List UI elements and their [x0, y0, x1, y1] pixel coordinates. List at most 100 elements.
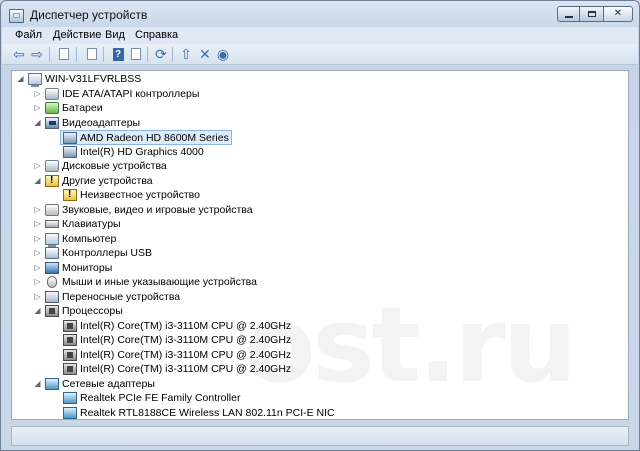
uninstall-device-icon[interactable]: ◉ — [215, 46, 231, 62]
close-button[interactable]: ✕ — [603, 6, 633, 22]
expand-arrow-icon[interactable]: ▷ — [32, 234, 43, 245]
tree-category-label: Контроллеры USB — [62, 247, 152, 259]
expand-arrow-icon[interactable]: ▷ — [32, 219, 43, 230]
expand-arrow-icon[interactable]: ▷ — [32, 205, 43, 216]
tree-root-label: WIN-V31LFVRLBSS — [45, 73, 142, 85]
tree-item[interactable]: Intel(R) Core(TM) i3-3110M CPU @ 2.40GHz — [63, 333, 291, 347]
tree-category-label: Переносные устройства — [62, 291, 181, 303]
tree-category[interactable]: ▷ Звуковые, видео и игровые устройства — [32, 203, 253, 217]
menu-view[interactable]: Вид — [105, 29, 125, 41]
device-manager-window: Диспетчер устройств ✕ Файл Действие Вид … — [0, 0, 640, 451]
window-title: Диспетчер устройств — [30, 8, 148, 22]
tree-category-label: IDE ATA/ATAPI контроллеры — [62, 88, 200, 100]
tree-item-selected[interactable]: AMD Radeon HD 8600M Series — [60, 130, 232, 145]
tree-category[interactable]: ▷ Дисковые устройства — [32, 159, 167, 173]
unknown-device-icon — [63, 189, 77, 201]
display-adapter-icon — [63, 131, 77, 144]
tree-item-label: Intel(R) Core(TM) i3-3110M CPU @ 2.40GHz — [80, 334, 292, 346]
tree-item[interactable]: Intel(R) HD Graphics 4000 — [63, 145, 204, 159]
expand-arrow-icon[interactable]: ▷ — [32, 277, 43, 288]
tree-item[interactable]: Intel(R) Core(TM) i3-3110M CPU @ 2.40GHz — [63, 319, 291, 333]
expand-arrow-icon[interactable]: ▷ — [32, 263, 43, 274]
tree-item-label: Неизвестное устройство — [80, 189, 200, 201]
maximize-button[interactable] — [580, 6, 604, 22]
toolbar-separator — [49, 47, 50, 62]
tree-item-label: Intel(R) HD Graphics 4000 — [80, 146, 204, 158]
computer-icon — [45, 233, 59, 247]
expand-arrow-icon[interactable]: ▷ — [32, 89, 43, 100]
tree-item[interactable]: Realtek PCIe FE Family Controller — [63, 391, 240, 405]
tree-category-label: Мыши и иные указывающие устройства — [62, 276, 257, 288]
document-icon[interactable] — [84, 46, 100, 62]
processor-icon — [63, 320, 77, 332]
tree-category[interactable]: ◢ Другие устройства — [32, 174, 153, 188]
refresh-icon[interactable]: ⟳ — [153, 46, 169, 62]
tree-category[interactable]: ▷ Клавиатуры — [32, 217, 120, 231]
monitor-icon — [45, 262, 59, 274]
collapse-arrow-icon[interactable]: ◢ — [15, 74, 26, 85]
expand-arrow-icon[interactable]: ▷ — [32, 248, 43, 259]
tree-category[interactable]: ▷ Контроллеры USB — [32, 246, 152, 260]
tree-category[interactable]: ◢ Сетевые адаптеры — [32, 377, 155, 391]
network-adapter-icon — [45, 378, 59, 390]
keyboard-icon — [45, 220, 59, 228]
tree-category[interactable]: ◢ Видеоадаптеры — [32, 116, 140, 130]
menu-action[interactable]: Действие — [53, 29, 101, 41]
minimize-button[interactable] — [557, 6, 581, 22]
sound-icon — [45, 204, 59, 216]
expand-arrow-icon[interactable]: ▷ — [32, 103, 43, 114]
tree-item[interactable]: Неизвестное устройство — [63, 188, 200, 202]
device-tree-panel[interactable]: ost.ru ◢ WIN-V31LFVRLBSS ▷ IDE ATA/ATAPI … — [11, 70, 629, 420]
tree-category[interactable]: ▷ Мониторы — [32, 261, 112, 275]
tree-category[interactable]: ▷ Переносные устройства — [32, 290, 180, 304]
mouse-icon — [47, 276, 57, 288]
collapse-arrow-icon[interactable]: ◢ — [32, 379, 43, 390]
tree-category[interactable]: ▷ Компьютер — [32, 232, 117, 247]
tree-item[interactable]: Intel(R) Core(TM) i3-3110M CPU @ 2.40GHz — [63, 362, 291, 376]
properties-icon[interactable] — [56, 46, 72, 62]
network-adapter-icon — [63, 407, 77, 419]
tree-category[interactable]: ◢ Процессоры — [32, 304, 123, 318]
tree-category-label: Компьютер — [62, 233, 117, 245]
tree-item[interactable]: Realtek RTL8188CE Wireless LAN 802.11n P… — [63, 406, 335, 419]
forward-arrow-icon[interactable]: ⇨ — [29, 46, 45, 62]
tree-item-label: Intel(R) Core(TM) i3-3110M CPU @ 2.40GHz — [80, 349, 292, 361]
back-arrow-icon[interactable]: ⇦ — [11, 46, 27, 62]
scan-hardware-icon[interactable] — [128, 46, 144, 62]
menu-file[interactable]: Файл — [15, 29, 42, 41]
tree-category-label: Другие устройства — [62, 175, 153, 187]
network-adapter-icon — [63, 392, 77, 404]
tree-category[interactable]: ▷ IDE ATA/ATAPI контроллеры — [32, 87, 199, 101]
battery-icon — [45, 102, 59, 114]
tree-root[interactable]: ◢ WIN-V31LFVRLBSS — [15, 72, 142, 87]
expand-arrow-icon[interactable]: ▷ — [32, 292, 43, 303]
computer-icon — [28, 73, 42, 87]
disk-icon — [45, 88, 59, 100]
display-adapter-icon — [63, 146, 77, 158]
toolbar: ⇦ ⇨ ? ⟳ ⇧ ✕ ◉ — [2, 44, 638, 65]
tree-category[interactable]: ▷ Батареи — [32, 101, 103, 115]
disk-drive-icon — [45, 160, 59, 172]
tree-item[interactable]: Intel(R) Core(TM) i3-3110M CPU @ 2.40GHz — [63, 348, 291, 362]
toolbar-separator — [172, 47, 173, 62]
collapse-arrow-icon[interactable]: ◢ — [32, 176, 43, 187]
processor-icon — [63, 349, 77, 361]
collapse-arrow-icon[interactable]: ◢ — [32, 118, 43, 129]
maximize-icon — [587, 11, 596, 17]
update-driver-icon[interactable]: ⇧ — [178, 46, 194, 62]
usb-icon — [45, 247, 59, 259]
toolbar-separator — [147, 47, 148, 62]
title-bar: Диспетчер устройств ✕ — [1, 1, 639, 27]
warning-device-icon — [45, 175, 59, 187]
expand-arrow-icon[interactable]: ▷ — [32, 161, 43, 172]
tree-category-label: Дисковые устройства — [62, 160, 167, 172]
device-manager-icon — [9, 9, 24, 23]
processor-icon — [45, 305, 59, 317]
menu-help[interactable]: Справка — [135, 29, 178, 41]
tree-category[interactable]: ▷ Мыши и иные указывающие устройства — [32, 275, 257, 289]
help-icon[interactable]: ? — [110, 46, 126, 62]
disable-device-icon[interactable]: ✕ — [197, 46, 213, 62]
watermark-text: ost.ru — [244, 284, 577, 406]
collapse-arrow-icon[interactable]: ◢ — [32, 306, 43, 317]
tree-category-label: Видеоадаптеры — [62, 117, 141, 129]
